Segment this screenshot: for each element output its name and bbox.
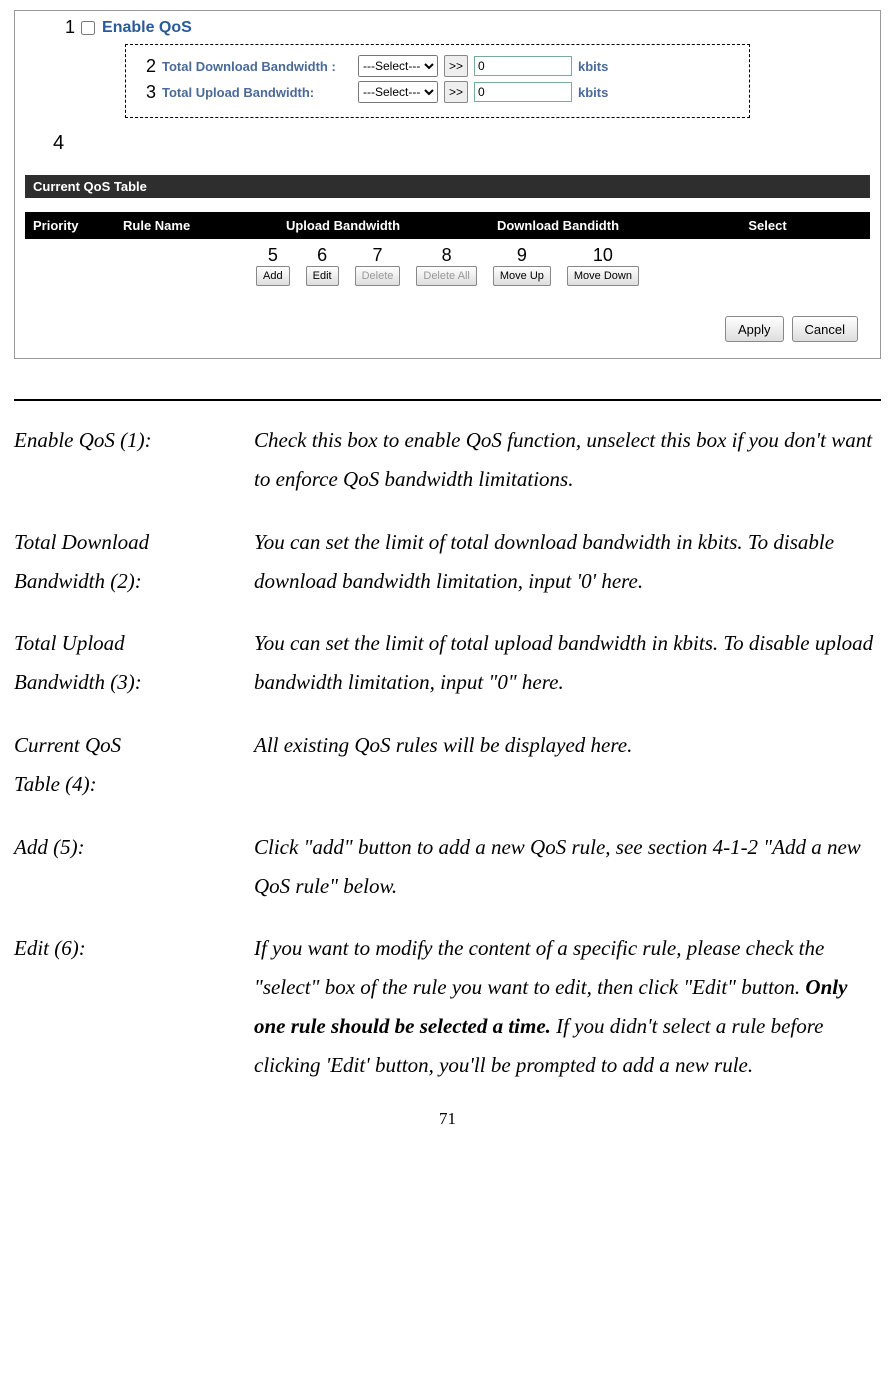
enable-qos-checkbox[interactable]: [81, 21, 95, 35]
move-down-button[interactable]: Move Down: [567, 266, 639, 286]
upload-bandwidth-row: 3 Total Upload Bandwidth: ---Select--- >…: [142, 81, 739, 103]
download-bandwidth-label: Total Download Bandwidth :: [162, 59, 352, 74]
download-unit-label: kbits: [578, 59, 608, 74]
section-divider: [14, 399, 881, 401]
qos-table-title: Current QoS Table: [25, 175, 870, 198]
desc-edit: Edit (6): If you want to modify the cont…: [14, 929, 881, 1084]
add-button[interactable]: Add: [256, 266, 290, 286]
col-rule-name: Rule Name: [123, 218, 243, 233]
upload-bandwidth-input[interactable]: [474, 82, 572, 102]
desc-definition: Check this box to enable QoS function, u…: [254, 421, 881, 499]
annotation-2: 2: [142, 56, 156, 77]
qos-table-header: Priority Rule Name Upload Bandwidth Down…: [25, 212, 870, 239]
annotation-8: 8: [442, 245, 452, 266]
desc-definition: You can set the limit of total upload ba…: [254, 624, 881, 702]
enable-qos-label: Enable QoS: [102, 19, 192, 37]
desc-term: Current QoS Table (4):: [14, 726, 254, 804]
col-upload-bw: Upload Bandwidth: [243, 218, 443, 233]
upload-apply-preset-button[interactable]: >>: [444, 81, 468, 103]
delete-button[interactable]: Delete: [355, 266, 401, 286]
desc-total-upload: Total Upload Bandwidth (3): You can set …: [14, 624, 881, 702]
apply-cancel-row: Apply Cancel: [25, 316, 870, 342]
desc-term: Total Upload Bandwidth (3):: [14, 624, 254, 702]
move-up-button[interactable]: Move Up: [493, 266, 551, 286]
annotation-1: 1: [65, 17, 75, 38]
annotation-3: 3: [142, 82, 156, 103]
upload-unit-label: kbits: [578, 85, 608, 100]
annotation-7: 7: [372, 245, 382, 266]
download-bandwidth-input[interactable]: [474, 56, 572, 76]
desc-add: Add (5): Click "add" button to add a new…: [14, 828, 881, 906]
upload-bandwidth-label: Total Upload Bandwidth:: [162, 85, 352, 100]
edit-button[interactable]: Edit: [306, 266, 339, 286]
desc-definition: Click "add" button to add a new QoS rule…: [254, 828, 881, 906]
col-select: Select: [673, 218, 862, 233]
enable-qos-row: 1 Enable QoS: [65, 17, 870, 38]
desc-definition: If you want to modify the content of a s…: [254, 929, 881, 1084]
qos-settings-screenshot: 1 Enable QoS 2 Total Download Bandwidth …: [14, 10, 881, 359]
desc-current-qos-table: Current QoS Table (4): All existing QoS …: [14, 726, 881, 804]
annotation-4: 4: [53, 132, 870, 155]
desc-term: Total Download Bandwidth (2):: [14, 523, 254, 601]
desc-definition: All existing QoS rules will be displayed…: [254, 726, 881, 804]
download-bandwidth-row: 2 Total Download Bandwidth : ---Select--…: [142, 55, 739, 77]
cancel-button[interactable]: Cancel: [792, 316, 858, 342]
annotation-10: 10: [593, 245, 613, 266]
bandwidth-box: 2 Total Download Bandwidth : ---Select--…: [125, 44, 750, 118]
desc-term: Edit (6):: [14, 929, 254, 1084]
desc-definition: You can set the limit of total download …: [254, 523, 881, 601]
description-list: Enable QoS (1): Check this box to enable…: [14, 421, 881, 1085]
annotation-6: 6: [317, 245, 327, 266]
col-priority: Priority: [33, 218, 123, 233]
qos-action-button-row: 5 Add 6 Edit 7 Delete 8 Delete All 9 Mov…: [25, 245, 870, 286]
download-apply-preset-button[interactable]: >>: [444, 55, 468, 77]
desc-enable-qos: Enable QoS (1): Check this box to enable…: [14, 421, 881, 499]
download-preset-select[interactable]: ---Select---: [358, 55, 438, 77]
annotation-9: 9: [517, 245, 527, 266]
delete-all-button[interactable]: Delete All: [416, 266, 476, 286]
desc-term: Enable QoS (1):: [14, 421, 254, 499]
desc-term: Add (5):: [14, 828, 254, 906]
upload-preset-select[interactable]: ---Select---: [358, 81, 438, 103]
col-download-bw: Download Bandidth: [443, 218, 673, 233]
annotation-5: 5: [268, 245, 278, 266]
page-number: 71: [14, 1109, 881, 1129]
apply-button[interactable]: Apply: [725, 316, 784, 342]
desc-total-download: Total Download Bandwidth (2): You can se…: [14, 523, 881, 601]
